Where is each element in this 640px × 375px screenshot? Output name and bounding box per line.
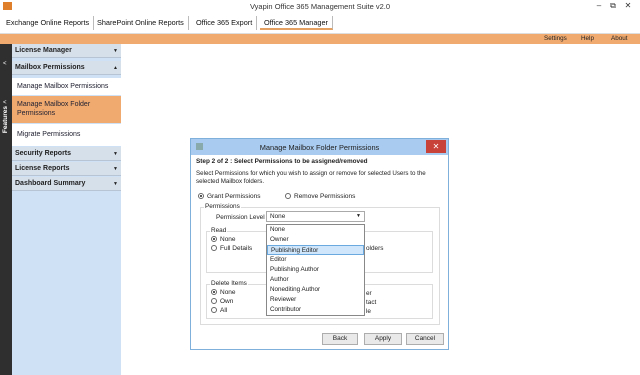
remove-permissions-radio[interactable]: Remove Permissions	[285, 193, 355, 200]
permissions-group-label: Permissions	[204, 203, 241, 210]
close-button[interactable]: ✕	[621, 1, 635, 11]
radio-dot	[211, 236, 217, 242]
option-reviewer[interactable]: Reviewer	[267, 295, 364, 305]
sidebar-header-label: Mailbox Permissions	[15, 64, 85, 71]
about-link[interactable]: About	[611, 35, 627, 42]
read-full-details-radio[interactable]: Full Details	[211, 245, 252, 252]
option-contributor[interactable]: Contributor	[267, 305, 364, 315]
option-publishing-author[interactable]: Publishing Author	[267, 265, 364, 275]
sidebar-header-label: Dashboard Summary	[15, 180, 86, 187]
step-heading: Step 2 of 2 : Select Permissions to be a…	[196, 158, 368, 165]
tab-exchange-online-reports[interactable]: Exchange Online Reports	[2, 16, 95, 30]
permission-level-dropdown: None Owner Publishing Editor Editor Publ…	[266, 224, 365, 316]
delete-none-label: None	[220, 289, 236, 296]
radio-dot	[285, 193, 291, 199]
grant-permissions-label: Grant Permissions	[207, 193, 261, 200]
minimize-button[interactable]: –	[592, 1, 606, 11]
chevron-down-icon: ▼	[113, 48, 118, 54]
sidebar-item-migrate-permissions[interactable]: Migrate Permissions	[12, 124, 121, 146]
chevron-down-icon: ▼	[113, 166, 118, 172]
sidebar-header-label: License Manager	[15, 47, 72, 54]
option-author[interactable]: Author	[267, 275, 364, 285]
grant-permissions-radio[interactable]: Grant Permissions	[198, 193, 260, 200]
read-partial-label: olders	[366, 245, 384, 252]
restore-button[interactable]: ⧉	[606, 1, 620, 11]
delete-items-group-label: Delete Items	[210, 280, 248, 287]
sidebar-item-manage-mailbox-folder-permissions[interactable]: Manage Mailbox Folder Permissions	[12, 96, 121, 123]
permission-level-label: Permission Level :	[216, 214, 269, 221]
partial-label: er	[366, 290, 372, 297]
title-bar: Vyapin Office 365 Management Suite v2.0 …	[0, 0, 640, 12]
utility-bar: Settings Help About	[0, 34, 640, 44]
cancel-button[interactable]: Cancel	[406, 333, 444, 345]
step-description: Select Permissions for which you wish to…	[196, 170, 426, 185]
delete-none-radio[interactable]: None	[211, 289, 236, 296]
partial-label: le	[366, 308, 371, 315]
option-publishing-editor[interactable]: Publishing Editor	[267, 245, 364, 255]
chevron-down-icon: ▼	[356, 213, 361, 219]
read-full-details-label: Full Details	[220, 245, 253, 252]
read-group-label: Read	[210, 227, 228, 234]
delete-own-label: Own	[220, 298, 234, 305]
collapse-arrow-icon[interactable]: <	[3, 61, 7, 67]
sidebar: License Manager ▼ Mailbox Permissions ▲ Ma…	[12, 44, 121, 375]
sidebar-header-mailbox-permissions[interactable]: Mailbox Permissions ▲	[12, 61, 121, 75]
chevron-down-icon: ▼	[113, 151, 118, 157]
apply-button[interactable]: Apply	[364, 333, 402, 345]
dialog-title: Manage Mailbox Folder Permissions	[259, 143, 380, 152]
back-button[interactable]: Back	[322, 333, 358, 345]
window-title: Vyapin Office 365 Management Suite v2.0	[249, 2, 391, 11]
delete-all-label: All	[220, 307, 228, 314]
sidebar-header-security-reports[interactable]: Security Reports ▼	[12, 147, 121, 161]
radio-dot	[211, 307, 217, 313]
sidebar-item-manage-mailbox-permissions[interactable]: Manage Mailbox Permissions	[12, 78, 121, 95]
sidebar-header-license-manager[interactable]: License Manager ▼	[12, 44, 121, 58]
permission-level-select[interactable]: None ▼	[266, 211, 365, 222]
features-label: Features	[2, 106, 9, 134]
delete-all-radio[interactable]: All	[211, 307, 227, 314]
radio-dot	[211, 298, 217, 304]
top-nav: Exchange Online Reports SharePoint Onlin…	[0, 12, 640, 34]
radio-dot	[198, 193, 204, 199]
dialog-close-button[interactable]: ✕	[426, 140, 446, 153]
delete-own-radio[interactable]: Own	[211, 298, 233, 305]
tab-office-365-export[interactable]: Office 365 Export	[192, 16, 258, 30]
permission-level-value: None	[270, 213, 286, 220]
chevron-down-icon: ▼	[113, 181, 118, 187]
option-none[interactable]: None	[267, 225, 364, 235]
collapse-arrow-icon[interactable]: <	[3, 100, 7, 106]
remove-permissions-label: Remove Permissions	[294, 193, 356, 200]
sidebar-header-license-reports[interactable]: License Reports ▼	[12, 162, 121, 176]
sidebar-header-label: Security Reports	[15, 150, 72, 157]
radio-dot	[211, 289, 217, 295]
option-owner[interactable]: Owner	[267, 235, 364, 245]
help-link[interactable]: Help	[581, 35, 594, 42]
option-nonediting-author[interactable]: Nonediting Author	[267, 285, 364, 295]
dialog-title-bar: Manage Mailbox Folder Permissions ✕	[191, 139, 448, 155]
option-editor[interactable]: Editor	[267, 255, 364, 265]
chevron-up-icon: ▲	[113, 65, 118, 71]
sidebar-header-dashboard-summary[interactable]: Dashboard Summary ▼	[12, 177, 121, 191]
partial-label: tact	[366, 299, 377, 306]
radio-dot	[211, 245, 217, 251]
features-strip[interactable]: < Features <	[0, 44, 12, 375]
tab-office-365-manager[interactable]: Office 365 Manager	[260, 16, 333, 30]
tab-sharepoint-online-reports[interactable]: SharePoint Online Reports	[93, 16, 189, 30]
settings-link[interactable]: Settings	[544, 35, 567, 42]
read-none-label: None	[220, 236, 236, 243]
sidebar-header-label: License Reports	[15, 165, 70, 172]
read-none-radio[interactable]: None	[211, 236, 236, 243]
